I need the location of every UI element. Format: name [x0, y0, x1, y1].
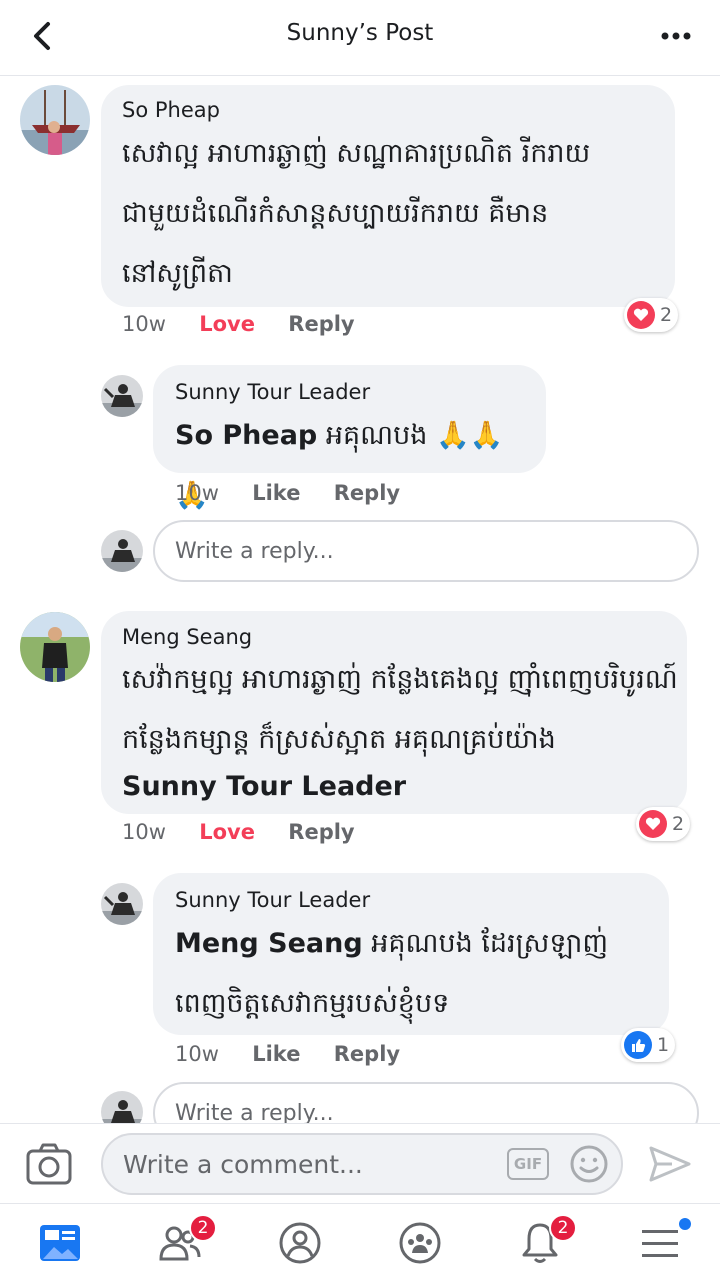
reply-button[interactable]: Reply	[288, 312, 354, 336]
more-options-button[interactable]	[656, 18, 696, 54]
reaction-count[interactable]: 2	[636, 807, 691, 841]
comment-author[interactable]: So Pheap	[122, 98, 220, 122]
comment-actions: 10w Like Reply	[175, 1042, 400, 1066]
reply-field[interactable]	[153, 520, 699, 582]
reply-button[interactable]: Reply	[288, 820, 354, 844]
avatar[interactable]	[101, 375, 143, 417]
bottom-tab-bar: 2 2	[0, 1203, 720, 1280]
comment-composer: GIF	[0, 1123, 720, 1203]
reaction-count[interactable]: 2	[624, 298, 679, 332]
friends-badge: 2	[189, 1214, 217, 1242]
more-dots-icon	[661, 32, 691, 40]
emoji-button[interactable]	[569, 1144, 609, 1184]
comments-feed[interactable]: So Pheap សេវាល្អ អាហារឆ្ងាញ់ សណ្ឋាគារប្រ…	[0, 77, 720, 1123]
comment-time: 10w	[122, 820, 166, 844]
like-button[interactable]: Like	[252, 481, 300, 505]
comment-actions: 10w Like Reply	[175, 481, 400, 505]
avatar[interactable]	[101, 883, 143, 925]
camera-button[interactable]	[26, 1142, 72, 1186]
tab-news-feed[interactable]	[35, 1218, 85, 1268]
love-button[interactable]: Love	[199, 312, 255, 336]
thumbs-up-icon	[624, 1031, 652, 1059]
comment-actions: 10w Love Reply	[122, 312, 355, 336]
top-bar: Sunny’s Post	[0, 0, 720, 76]
tab-profile[interactable]	[275, 1218, 325, 1268]
menu-icon	[642, 1230, 678, 1257]
reply-input[interactable]	[155, 522, 697, 580]
tab-friends[interactable]: 2	[155, 1214, 217, 1268]
reaction-count[interactable]: 1	[621, 1028, 676, 1062]
smiley-icon	[570, 1145, 608, 1183]
avatar[interactable]	[20, 85, 90, 155]
tab-notifications[interactable]: 2	[515, 1214, 577, 1268]
comment-time: 10w	[175, 1042, 219, 1066]
tab-groups[interactable]	[395, 1218, 445, 1268]
camera-icon	[26, 1143, 72, 1185]
notifications-badge: 2	[549, 1214, 577, 1242]
page-title: Sunny’s Post	[286, 20, 434, 46]
reply-field[interactable]	[153, 1082, 699, 1123]
tagged-user[interactable]: Meng Seang	[175, 928, 363, 959]
comment-text: សេវាល្អ អាហារឆ្ងាញ់ សណ្ឋាគារប្រណិត រីករា…	[122, 138, 591, 289]
comment-author[interactable]: Meng Seang	[122, 625, 252, 649]
love-button[interactable]: Love	[199, 820, 255, 844]
comment-actions: 10w Love Reply	[122, 820, 355, 844]
comment-text: So Pheap អគុណបង 🙏🙏🙏	[175, 420, 504, 511]
comment-author[interactable]: Sunny Tour Leader	[175, 888, 370, 912]
my-avatar	[101, 530, 143, 572]
comment-text: Meng Seang អគុណបង ដែរស្រឡាញ់ពេញចិត្តសេវា…	[175, 928, 609, 1019]
comment-field[interactable]: GIF	[101, 1133, 623, 1195]
send-button[interactable]	[648, 1144, 692, 1184]
tagged-user[interactable]: Sunny Tour Leader	[122, 757, 406, 817]
tab-menu[interactable]	[635, 1218, 691, 1268]
avatar[interactable]	[20, 612, 90, 682]
reply-button[interactable]: Reply	[334, 1042, 400, 1066]
comment-author[interactable]: Sunny Tour Leader	[175, 380, 370, 404]
news-feed-icon	[40, 1225, 80, 1261]
comment-text: សេវ៉ាកម្មល្អ អាហារឆ្ងាញ់ កន្លែងគេងល្អ ញ៉…	[122, 664, 678, 755]
gif-button[interactable]: GIF	[507, 1148, 549, 1180]
comment-time: 10w	[175, 481, 219, 505]
reply-button[interactable]: Reply	[334, 481, 400, 505]
reply-input[interactable]	[155, 1084, 697, 1123]
heart-icon	[627, 301, 655, 329]
my-avatar	[101, 1091, 143, 1123]
comment-input[interactable]	[103, 1135, 483, 1193]
heart-icon	[639, 810, 667, 838]
tagged-user[interactable]: So Pheap	[175, 420, 317, 451]
like-button[interactable]: Like	[252, 1042, 300, 1066]
menu-indicator-dot	[679, 1218, 691, 1230]
groups-icon	[399, 1222, 441, 1264]
send-icon	[649, 1146, 691, 1182]
profile-icon	[279, 1222, 321, 1264]
comment-time: 10w	[122, 312, 166, 336]
